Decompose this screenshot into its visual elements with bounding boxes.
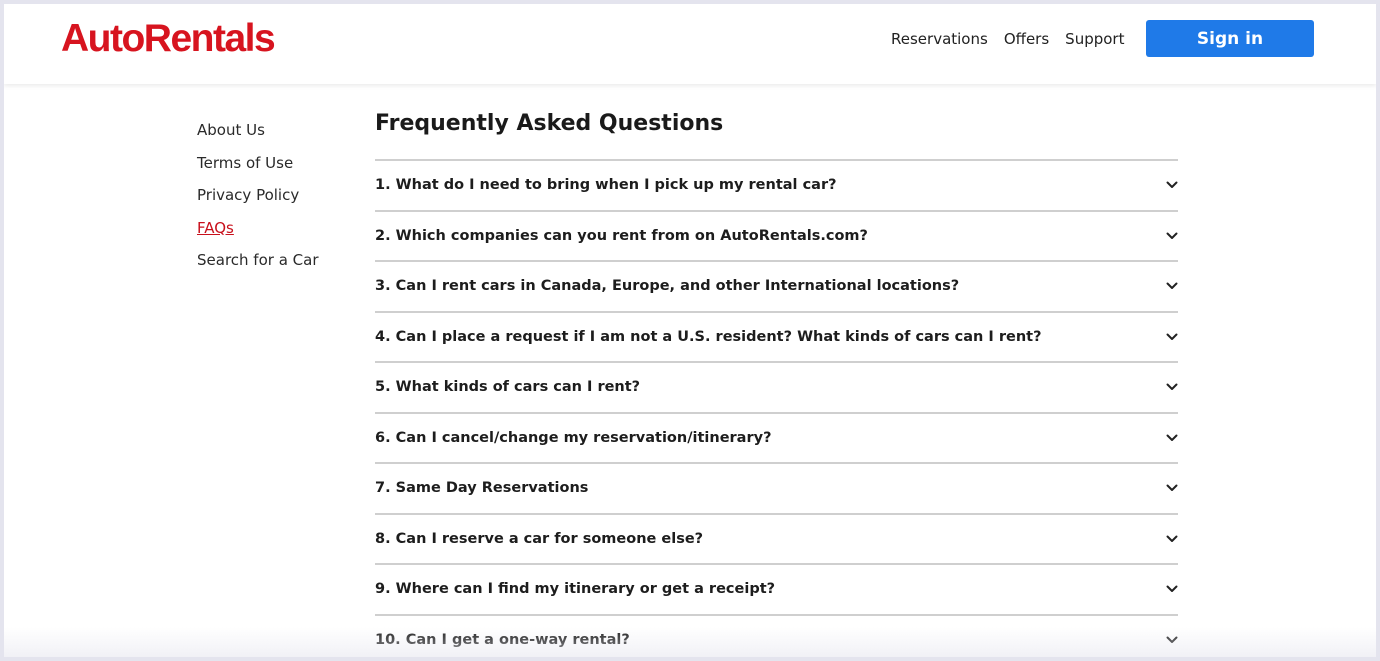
chevron-down-icon[interactable] bbox=[1166, 482, 1178, 494]
sidebar: About Us Terms of Use Privacy Policy FAQ… bbox=[197, 120, 319, 283]
faq-question: 3. Can I rent cars in Canada, Europe, an… bbox=[375, 278, 960, 295]
page-title: Frequently Asked Questions bbox=[375, 111, 724, 136]
faq-item-5[interactable]: 5. What kinds of cars can I rent? bbox=[375, 363, 1178, 414]
faq-question: 10. Can I get a one-way rental? bbox=[375, 631, 630, 648]
faq-question: 5. What kinds of cars can I rent? bbox=[375, 379, 641, 396]
chevron-down-icon[interactable] bbox=[1166, 432, 1178, 444]
sidebar-item-about-us[interactable]: About Us bbox=[197, 120, 319, 153]
faq-section: Frequently Asked Questions 1. What do I … bbox=[375, 110, 1178, 657]
faq-item-6[interactable]: 6. Can I cancel/change my reservation/it… bbox=[375, 414, 1178, 464]
chevron-down-icon[interactable] bbox=[1166, 583, 1178, 595]
logo[interactable]: AutoRentals bbox=[61, 17, 276, 61]
faq-item-8[interactable]: 8. Can I reserve a car for someone else? bbox=[375, 515, 1178, 565]
faq-question: 7. Same Day Reservations bbox=[375, 480, 589, 497]
nav-reservations[interactable]: Reservations bbox=[891, 30, 988, 48]
chevron-down-icon[interactable] bbox=[1166, 280, 1178, 292]
chevron-down-icon[interactable] bbox=[1166, 179, 1178, 191]
chevron-down-icon[interactable] bbox=[1166, 331, 1178, 343]
faq-item-7[interactable]: 7. Same Day Reservations bbox=[375, 464, 1178, 515]
site-header: AutoRentals Reservations Offers Support … bbox=[4, 4, 1376, 84]
faq-item-1[interactable]: 1. What do I need to bring when I pick u… bbox=[375, 161, 1178, 212]
faq-list: 1. What do I need to bring when I pick u… bbox=[375, 159, 1178, 657]
faq-item-2[interactable]: 2. Which companies can you rent from on … bbox=[375, 212, 1178, 262]
nav-support[interactable]: Support bbox=[1065, 30, 1124, 48]
faq-item-3[interactable]: 3. Can I rent cars in Canada, Europe, an… bbox=[375, 262, 1178, 313]
faq-item-4[interactable]: 4. Can I place a request if I am not a U… bbox=[375, 313, 1178, 363]
faq-question: 4. Can I place a request if I am not a U… bbox=[375, 328, 1042, 345]
faq-question: 1. What do I need to bring when I pick u… bbox=[375, 177, 837, 194]
faq-question: 6. Can I cancel/change my reservation/it… bbox=[375, 429, 772, 446]
chevron-down-icon[interactable] bbox=[1166, 533, 1178, 545]
sidebar-item-privacy-policy[interactable]: Privacy Policy bbox=[197, 185, 319, 218]
chevron-down-icon[interactable] bbox=[1166, 381, 1178, 393]
chevron-down-icon[interactable] bbox=[1166, 634, 1178, 646]
sidebar-item-terms-of-use[interactable]: Terms of Use bbox=[197, 153, 319, 186]
page: AutoRentals Reservations Offers Support … bbox=[4, 4, 1376, 657]
nav-offers[interactable]: Offers bbox=[1004, 30, 1049, 48]
sidebar-item-faqs[interactable]: FAQs bbox=[197, 218, 319, 251]
top-nav: Reservations Offers Support bbox=[891, 30, 1124, 48]
faq-question: 9. Where can I find my itinerary or get … bbox=[375, 581, 776, 598]
faq-question: 8. Can I reserve a car for someone else? bbox=[375, 530, 704, 547]
sign-in-button[interactable]: Sign in bbox=[1146, 20, 1314, 57]
sidebar-item-search-for-a-car[interactable]: Search for a Car bbox=[197, 250, 319, 283]
faq-item-10[interactable]: 10. Can I get a one-way rental? bbox=[375, 616, 1178, 658]
chevron-down-icon[interactable] bbox=[1166, 230, 1178, 242]
faq-item-9[interactable]: 9. Where can I find my itinerary or get … bbox=[375, 565, 1178, 616]
faq-question: 2. Which companies can you rent from on … bbox=[375, 227, 868, 244]
